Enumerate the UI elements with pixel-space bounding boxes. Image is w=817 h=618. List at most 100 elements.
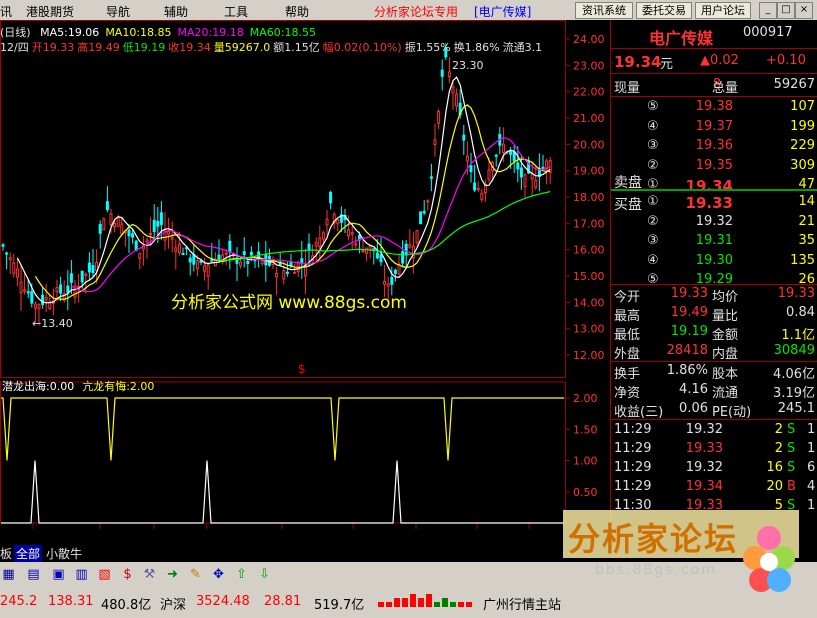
market-breadth-bars [378, 594, 472, 607]
trade-button[interactable]: 委托交易 [636, 2, 692, 19]
arrow-down-icon[interactable]: ⇩ [256, 566, 273, 583]
ohlc-info-item: 振1.55% [404, 41, 451, 54]
user-forum-button[interactable]: 用户论坛 [695, 2, 751, 19]
menu-bar: 讯 港股期货 导航 辅助 工具 帮助 分析家论坛专用 [电广传媒] 资讯系统 委… [0, 0, 817, 20]
quote-panel: 电广传媒 000917 19.34 元 ▲0.02 +0.10 现量 8 总量 … [610, 20, 817, 530]
menu-item-tools[interactable]: 工具 [224, 3, 248, 20]
fundamental-label: 流通 [712, 386, 739, 401]
ask-level-icon: ② [647, 157, 659, 173]
y-tick-label: 17.00 [573, 217, 605, 230]
candle-body [246, 260, 250, 265]
candle-body [206, 264, 210, 277]
candle-body [354, 243, 358, 246]
dollar-icon[interactable]: $ [119, 566, 136, 583]
candle-body [156, 220, 160, 227]
fundamental-label: 股本 [712, 367, 739, 382]
month-label: 8 [356, 529, 363, 530]
tick-count: 6 [807, 460, 816, 475]
candle-body [260, 260, 264, 265]
close-icon[interactable]: × [795, 2, 813, 19]
stat-value: 0.84 [786, 305, 815, 320]
flower-logo-icon [743, 526, 795, 592]
candle-body [541, 166, 545, 169]
ohlc-info-item: 流通3.1 [502, 41, 543, 54]
candle-body [159, 212, 163, 225]
candle-body [33, 303, 37, 309]
tick-time: 11:29 [614, 422, 652, 437]
y-tick-label: 15.00 [573, 270, 605, 283]
stat-value: 19.49 [670, 305, 708, 320]
kline-chart-canvas: 24.00 23.00 22.00 21.00 20.00 19.00 18.00 17.00… [0, 20, 605, 530]
candle-body [41, 294, 45, 305]
total-volume-value: 59267 [773, 77, 815, 92]
pencil-icon[interactable]: ✎ [187, 566, 204, 583]
tick-row: 11:29 19.32 16 S 6 [611, 460, 817, 478]
candle-body [84, 273, 88, 276]
menu-item-help[interactable]: 帮助 [285, 3, 309, 20]
kline-chart[interactable]: 24.00 23.00 22.00 21.00 20.00 19.00 18.00 17.00… [0, 20, 610, 530]
tick-volume: 16 [766, 460, 783, 475]
menu-item-hk-futures[interactable]: 港股期货 [26, 3, 74, 20]
ma-legend-item: MA10:18.85 [105, 26, 172, 39]
stat-label: 最高 [614, 309, 641, 324]
candle-body [8, 257, 12, 261]
menu-item-navigate[interactable]: 导航 [106, 3, 130, 20]
rsi-icon[interactable]: ▣ [50, 566, 67, 583]
status-value-2: 138.31 [48, 594, 94, 609]
candle-body [393, 269, 397, 274]
news-system-button[interactable]: 资讯系统 [575, 2, 633, 19]
stat-row: 今开 19.33 均价 19.33 [611, 286, 817, 305]
candle-body [476, 187, 480, 191]
export-icon[interactable]: ➜ [164, 566, 181, 583]
candle-body [534, 179, 538, 188]
month-label: 6 [210, 529, 217, 530]
arrow-up-icon[interactable]: ⇧ [233, 566, 250, 583]
candle-body [109, 213, 113, 226]
y-tick-label: 18.00 [573, 191, 605, 204]
ask-volume: 229 [790, 138, 815, 153]
tick-side: S [787, 422, 796, 437]
candle-body [26, 291, 30, 294]
move-icon[interactable]: ✥ [210, 566, 227, 583]
grid-icon[interactable]: ▦ [0, 566, 17, 583]
stock-header: 电广传媒 000917 [611, 25, 817, 48]
sell-label: 卖盘 [614, 175, 642, 191]
chart-icon[interactable]: ▥ [73, 566, 90, 583]
candle-body [347, 229, 351, 237]
candle-body [210, 259, 214, 262]
candle-body [325, 218, 329, 226]
candle-body [375, 252, 379, 259]
ask-price: 19.38 [695, 99, 733, 114]
candle-body [98, 223, 102, 234]
tab-all[interactable]: 全部 [14, 545, 43, 562]
candle-body [509, 150, 513, 155]
candle-body [170, 237, 174, 240]
candle-body [426, 200, 430, 203]
tab-xiaosanniu[interactable]: 小散牛 [46, 545, 82, 562]
formula-icon[interactable]: ▧ [96, 566, 113, 583]
kline-icon[interactable]: ▤ [25, 566, 42, 583]
tick-volume: 2 [774, 422, 783, 437]
candle-body [516, 162, 520, 170]
tools-icon[interactable]: ⚒ [141, 566, 158, 583]
price-change-pct: +0.10 [766, 53, 806, 68]
candle-body [138, 253, 142, 259]
stock-title: [电广传媒] [474, 5, 532, 19]
stat-label: 均价 [712, 290, 739, 305]
minimize-icon[interactable]: _ [759, 2, 777, 19]
menu-item-info[interactable]: 讯 [0, 3, 12, 20]
restore-icon[interactable]: □ [777, 2, 795, 19]
candle-body [55, 287, 59, 293]
stat-label: 金额 [712, 328, 739, 343]
ask-volume: 199 [790, 118, 815, 134]
tick-time: 11:29 [614, 479, 652, 494]
forum-watermark-title: 分析家论坛 [568, 520, 739, 558]
candle-body [177, 243, 181, 253]
tab-board[interactable]: 板 [0, 545, 12, 562]
ohlc-info-item: 开19.33 [31, 41, 75, 54]
candle-body [116, 217, 120, 227]
bid-price: 19.30 [695, 252, 733, 268]
menu-item-assist[interactable]: 辅助 [164, 3, 188, 20]
bid-row: ② 19.32 21 [611, 214, 817, 232]
candle-body [12, 262, 16, 274]
